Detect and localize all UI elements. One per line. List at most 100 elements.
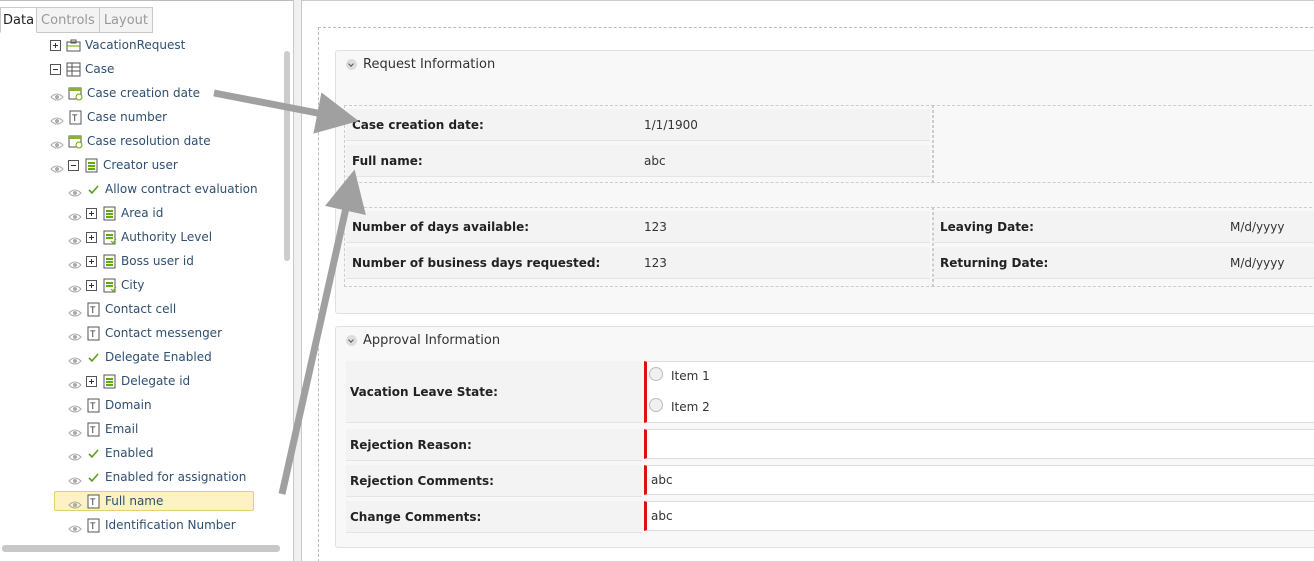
radio-item-2-label: Item 2	[671, 400, 710, 414]
tree-node[interactable]: Area id	[68, 203, 163, 223]
visibility-eye-icon[interactable]	[68, 424, 82, 437]
tree-node-label: Full name	[105, 494, 164, 508]
returning-date-row[interactable]: Returning Date: M/d/yyyy	[934, 247, 1314, 279]
visibility-eye-icon[interactable]	[68, 472, 82, 485]
collapse-icon[interactable]	[68, 159, 79, 171]
text-field-icon: T	[86, 302, 101, 317]
rejection-reason-input[interactable]	[644, 429, 1314, 459]
visibility-eye-icon[interactable]	[50, 112, 64, 125]
tree-node[interactable]: City	[68, 275, 145, 295]
text-field-icon: T	[86, 518, 101, 533]
days-available-row[interactable]: Number of days available: 123	[346, 211, 930, 243]
tree-node-label: Case number	[87, 110, 168, 124]
tree-node[interactable]: Allow contract evaluation	[68, 179, 258, 199]
panel-splitter[interactable]	[293, 0, 302, 561]
visibility-eye-icon[interactable]	[68, 328, 82, 341]
visibility-eye-icon[interactable]	[68, 496, 82, 509]
tree-node[interactable]: T Domain	[68, 395, 152, 415]
entity-list-icon	[102, 230, 117, 245]
tree-horizontal-scrollbar[interactable]	[2, 545, 280, 552]
radio-item-1[interactable]	[649, 367, 663, 381]
visibility-eye-icon[interactable]	[50, 88, 64, 101]
expand-icon[interactable]	[86, 279, 97, 291]
approval-information-header[interactable]: Approval Information	[336, 327, 1314, 353]
tree-node[interactable]: Enabled	[68, 443, 154, 463]
tree-node-label: Delegate Enabled	[105, 350, 212, 364]
business-days-label: Number of business days requested:	[352, 256, 601, 270]
visibility-eye-icon[interactable]	[68, 520, 82, 533]
tree-node[interactable]: T Contact cell	[68, 299, 176, 319]
expand-icon[interactable]	[86, 255, 97, 267]
text-field-icon: T	[86, 326, 101, 341]
checkmark-icon	[86, 182, 101, 197]
tree-node-label: Email	[105, 422, 139, 436]
text-field-icon: T	[68, 110, 83, 125]
vacation-leave-state-label-cell: Vacation Leave State:	[346, 361, 642, 423]
expand-icon[interactable]	[86, 207, 97, 219]
expand-icon[interactable]	[50, 39, 61, 51]
business-days-row[interactable]: Number of business days requested: 123	[346, 247, 930, 279]
days-available-value: 123	[644, 220, 667, 234]
calendar-icon	[68, 86, 83, 101]
tab-controls[interactable]: Controls	[37, 7, 100, 33]
tree-node[interactable]: Authority Level	[68, 227, 212, 247]
tree-node[interactable]: Delegate Enabled	[68, 347, 212, 367]
visibility-eye-icon[interactable]	[68, 232, 82, 245]
tree-node-label: Area id	[121, 206, 164, 220]
tree-node[interactable]: Case	[50, 59, 114, 79]
svg-text:T: T	[90, 521, 96, 531]
visibility-eye-icon[interactable]	[68, 304, 82, 317]
visibility-eye-icon[interactable]	[68, 280, 82, 293]
tab-layout[interactable]: Layout	[99, 7, 154, 33]
case-creation-value: 1/1/1900	[644, 118, 698, 132]
tree-node-label: Delegate id	[121, 374, 191, 388]
tree-node[interactable]: T Case number	[50, 107, 167, 127]
tree-node-label: Authority Level	[121, 230, 213, 244]
change-comments-label: Change Comments:	[350, 510, 482, 524]
tree-node[interactable]: T Email	[68, 419, 138, 439]
radio-item-2[interactable]	[649, 398, 663, 412]
business-days-value: 123	[644, 256, 667, 270]
tree-node[interactable]: T Full name	[54, 491, 254, 511]
tree-vertical-scrollbar[interactable]	[284, 51, 290, 261]
visibility-eye-icon[interactable]	[68, 376, 82, 389]
entity-icon	[102, 374, 117, 389]
tab-data[interactable]: Data	[0, 7, 38, 33]
visibility-eye-icon[interactable]	[68, 208, 82, 221]
expand-icon[interactable]	[86, 375, 97, 387]
tree-node[interactable]: T Identification Number	[68, 515, 236, 535]
visibility-eye-icon[interactable]	[68, 400, 82, 413]
case-creation-row[interactable]: Case creation date: 1/1/1900	[346, 109, 930, 141]
tree-node[interactable]: Creator user	[50, 155, 178, 175]
visibility-eye-icon[interactable]	[50, 136, 64, 149]
visibility-eye-icon[interactable]	[68, 184, 82, 197]
visibility-eye-icon[interactable]	[68, 256, 82, 269]
collapse-icon[interactable]	[50, 63, 61, 75]
tree-node[interactable]: T Contact messenger	[68, 323, 222, 343]
rejection-comments-input[interactable]: abc	[644, 465, 1314, 495]
visibility-eye-icon[interactable]	[68, 448, 82, 461]
tree-node[interactable]: Enabled for assignation	[68, 467, 246, 487]
change-comments-label-cell: Change Comments:	[346, 501, 642, 533]
visibility-eye-icon[interactable]	[68, 352, 82, 365]
request-information-section: Request Information Case creation date: …	[335, 50, 1314, 314]
tree-node-label: Case	[85, 62, 115, 76]
full-name-value: abc	[644, 154, 666, 168]
entity-icon	[84, 158, 99, 173]
tree-node[interactable]: VacationRequest	[50, 35, 185, 55]
chevron-down-icon	[346, 334, 357, 346]
tree-node[interactable]: Case resolution date	[50, 131, 211, 151]
change-comments-input[interactable]: abc	[644, 501, 1314, 531]
visibility-eye-icon[interactable]	[50, 160, 64, 173]
full-name-row[interactable]: Full name: abc	[346, 145, 930, 177]
request-information-header[interactable]: Request Information	[336, 51, 1314, 77]
tree-node[interactable]: Delegate id	[68, 371, 190, 391]
returning-date-label: Returning Date:	[940, 256, 1049, 270]
text-field-icon: T	[86, 422, 101, 437]
tree-node[interactable]: Case creation date	[50, 83, 200, 103]
leaving-date-row[interactable]: Leaving Date: M/d/yyyy	[934, 211, 1314, 243]
tree-node-label: Enabled	[105, 446, 154, 460]
expand-icon[interactable]	[86, 231, 97, 243]
tree-node[interactable]: Boss user id	[68, 251, 194, 271]
svg-text:T: T	[72, 113, 78, 123]
